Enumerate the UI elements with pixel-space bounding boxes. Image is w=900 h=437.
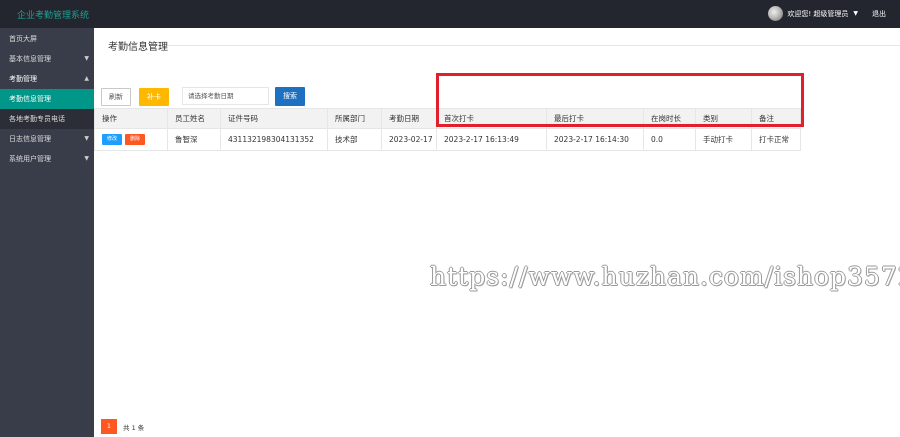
sidebar-item-label: 系统用户管理 bbox=[9, 155, 51, 163]
cell-name: 鲁智深 bbox=[167, 128, 221, 151]
welcome-text[interactable]: 欢迎您! 超级管理员 bbox=[787, 9, 848, 19]
sidebar-item-attendance-info[interactable]: 考勤信息管理 bbox=[0, 89, 94, 109]
sidebar-item-label: 首页大屏 bbox=[9, 35, 37, 43]
cell-id-number: 431132198304131352 bbox=[220, 128, 328, 151]
actions-cell: 修改 删除 bbox=[94, 128, 168, 151]
column-header: 所属部门 bbox=[327, 108, 382, 129]
cell-last-punch: 2023-2-17 16:14:30 bbox=[546, 128, 644, 151]
cell-first-punch: 2023-2-17 16:13:49 bbox=[436, 128, 547, 151]
sidebar-item-label: 各地考勤专员电话 bbox=[9, 115, 65, 123]
title-divider bbox=[168, 45, 900, 46]
sidebar-item-label: 基本信息管理 bbox=[9, 55, 51, 63]
caret-up-icon: ▲ bbox=[84, 75, 89, 82]
caret-down-icon: ▼ bbox=[84, 155, 89, 162]
user-area[interactable]: 欢迎您! 超级管理员 ▼ 退出 bbox=[768, 6, 886, 21]
page-number-button[interactable]: 1 bbox=[101, 419, 117, 434]
avatar[interactable] bbox=[768, 6, 784, 21]
main-content: 考勤信息管理 刷新 补卡 请选择考勤日期 搜索 操作 员工姓名 证件号码 所属部… bbox=[94, 28, 900, 437]
date-input[interactable]: 请选择考勤日期 bbox=[182, 87, 269, 105]
sidebar-item-label: 考勤管理 bbox=[9, 75, 37, 83]
column-header: 证件号码 bbox=[220, 108, 328, 129]
caret-down-icon[interactable]: ▼ bbox=[853, 10, 858, 17]
sidebar-item-dashboard[interactable]: 首页大屏 bbox=[0, 29, 94, 49]
sidebar-item-logs[interactable]: 日志信息管理 ▼ bbox=[0, 129, 94, 149]
highlight-box bbox=[436, 73, 804, 127]
watermark-text: https://www.huzhan.com/ishop3572 bbox=[430, 262, 900, 291]
column-header: 操作 bbox=[94, 108, 168, 129]
sidebar-item-label: 考勤信息管理 bbox=[9, 95, 51, 103]
cell-category: 手动打卡 bbox=[695, 128, 752, 151]
caret-down-icon: ▼ bbox=[84, 135, 89, 142]
cell-department: 技术部 bbox=[327, 128, 382, 151]
app-title: 企业考勤管理系统 bbox=[17, 11, 90, 21]
logout-link[interactable]: 退出 bbox=[872, 9, 886, 19]
cell-duration: 0.0 bbox=[643, 128, 696, 151]
bk-button[interactable]: 补卡 bbox=[139, 88, 169, 106]
delete-button[interactable]: 删除 bbox=[125, 134, 145, 145]
sidebar-item-label: 日志信息管理 bbox=[9, 135, 51, 143]
pagination: 1 共 1 条 bbox=[101, 419, 144, 434]
sidebar-item-system-users[interactable]: 系统用户管理 ▼ bbox=[0, 149, 94, 169]
edit-button[interactable]: 修改 bbox=[102, 134, 122, 145]
page-title: 考勤信息管理 bbox=[108, 42, 168, 53]
caret-down-icon: ▼ bbox=[84, 55, 89, 62]
cell-date: 2023-02-17 bbox=[381, 128, 437, 151]
column-header: 员工姓名 bbox=[167, 108, 221, 129]
sidebar-item-attendance[interactable]: 考勤管理 ▲ bbox=[0, 69, 94, 89]
sidebar-submenu: 考勤信息管理 各地考勤专员电话 bbox=[0, 89, 94, 129]
table-row: 修改 删除 鲁智深 431132198304131352 技术部 2023-02-… bbox=[94, 128, 801, 151]
top-bar: 企业考勤管理系统 欢迎您! 超级管理员 ▼ 退出 bbox=[0, 0, 900, 28]
sidebar-item-basic-info[interactable]: 基本信息管理 ▼ bbox=[0, 49, 94, 69]
search-button[interactable]: 搜索 bbox=[275, 87, 305, 106]
sidebar-item-phone[interactable]: 各地考勤专员电话 bbox=[0, 109, 94, 129]
cell-remark: 打卡正常 bbox=[751, 128, 801, 151]
total-count: 共 1 条 bbox=[123, 423, 145, 432]
sidebar: 首页大屏 基本信息管理 ▼ 考勤管理 ▲ 考勤信息管理 各地考勤专员电话 日志信… bbox=[0, 28, 94, 437]
column-header: 考勤日期 bbox=[381, 108, 437, 129]
refresh-button[interactable]: 刷新 bbox=[101, 88, 131, 106]
